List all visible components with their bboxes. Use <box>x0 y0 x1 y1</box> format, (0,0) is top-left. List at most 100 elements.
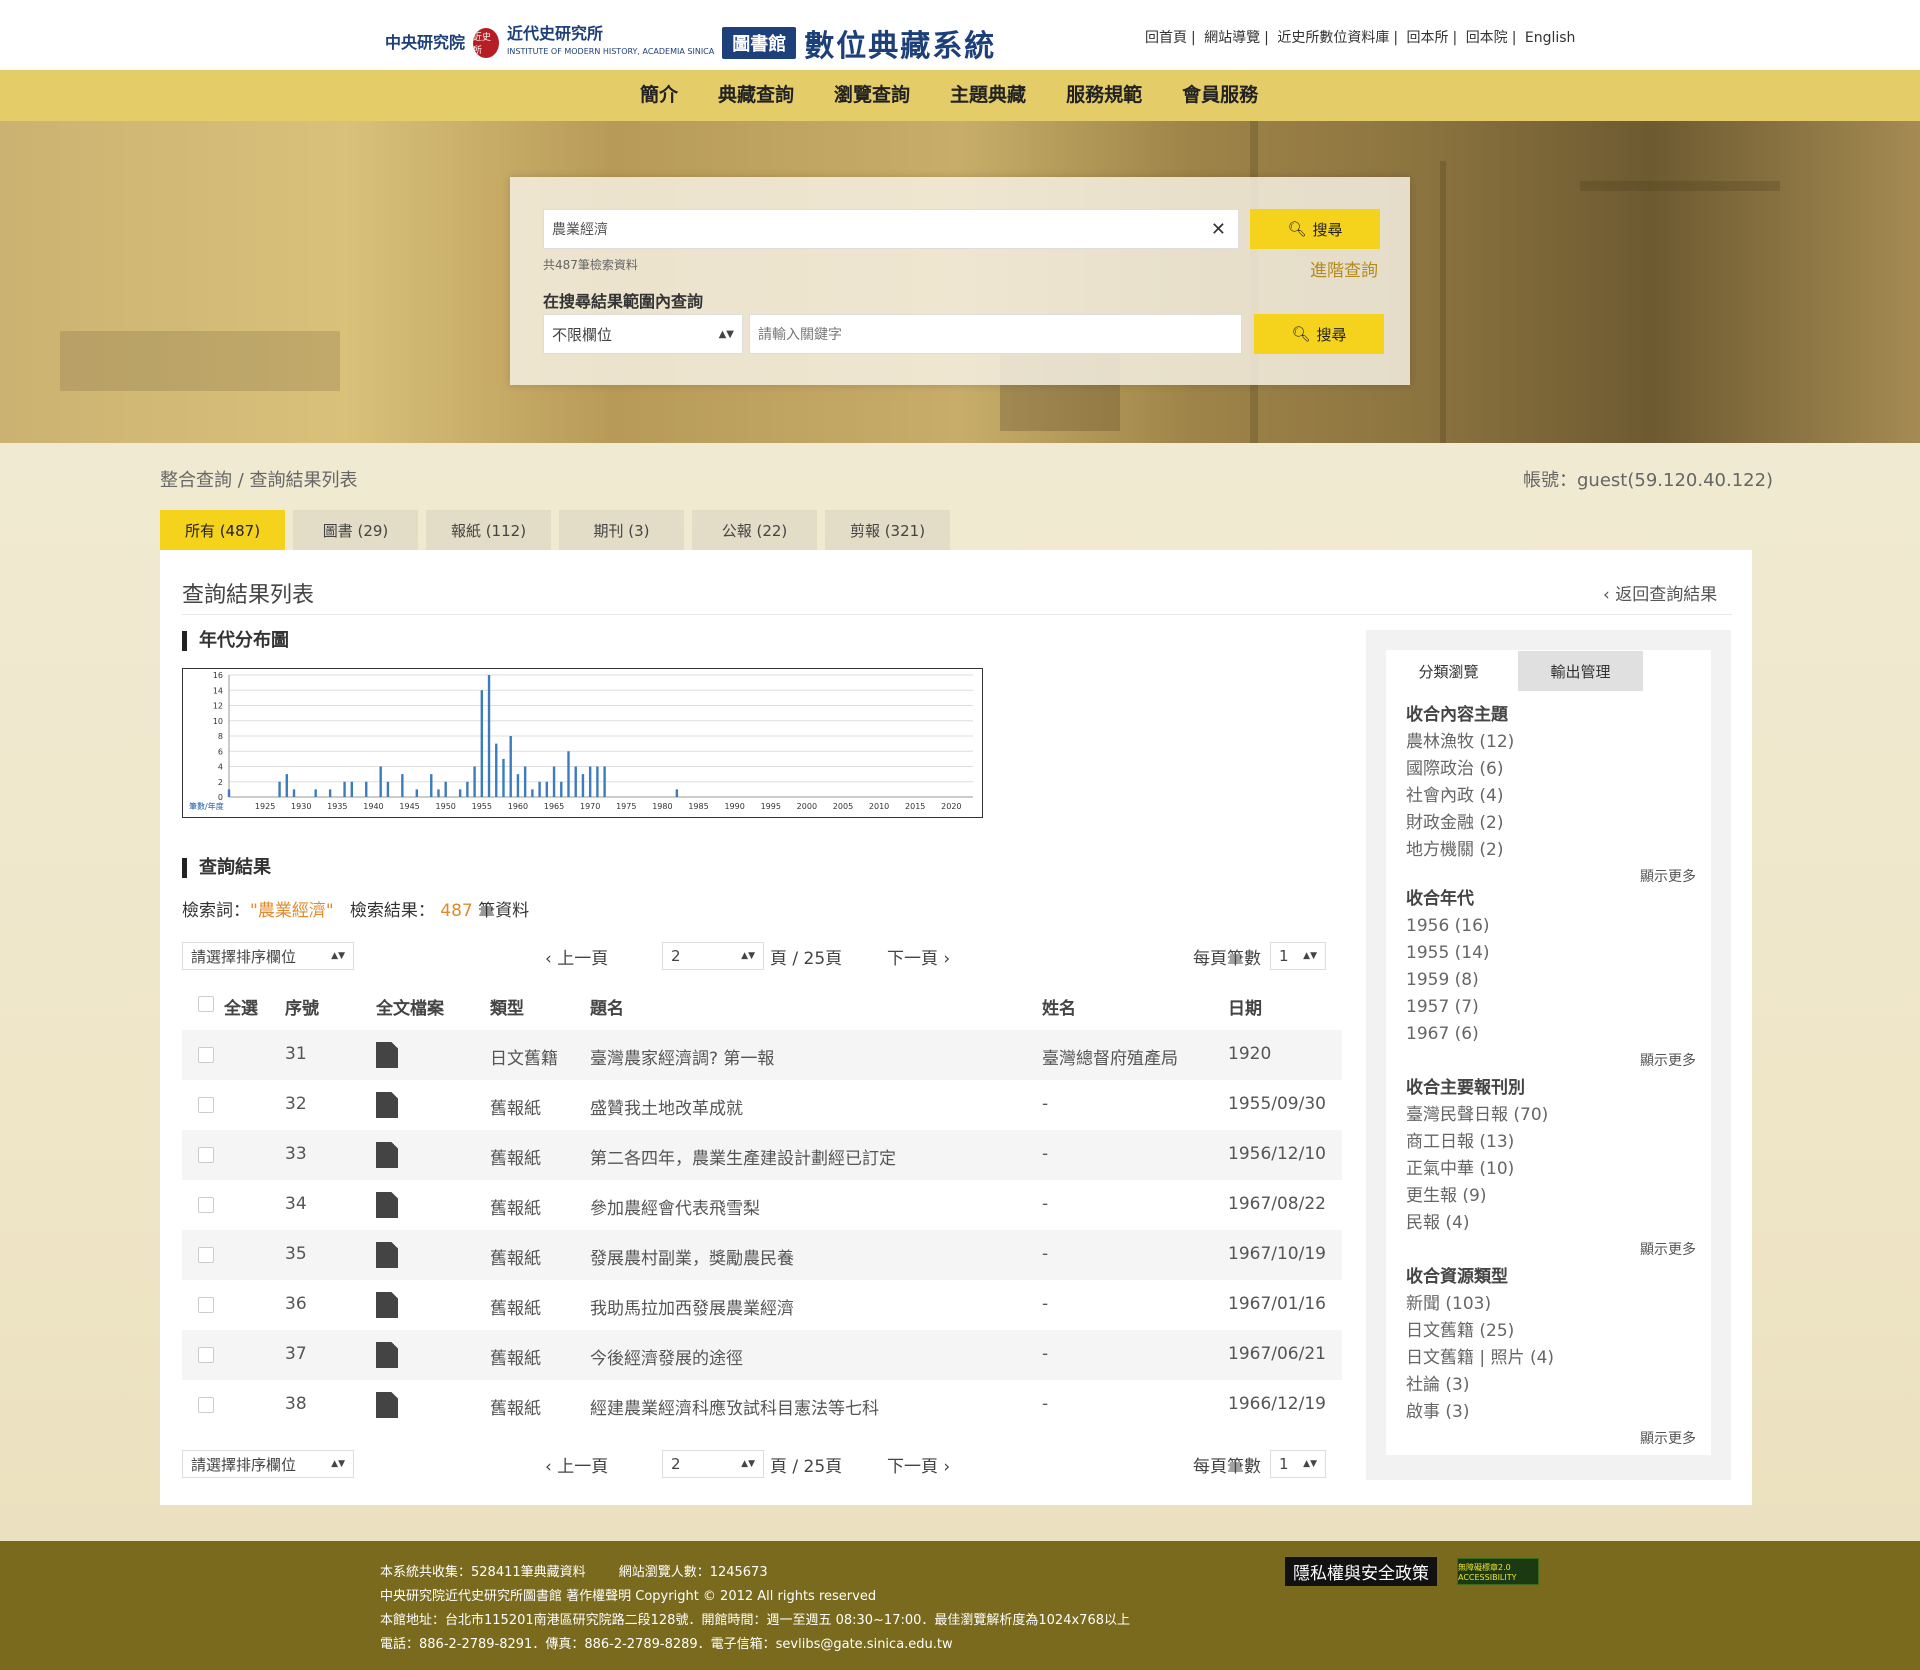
tab-books[interactable]: 圖書 (29) <box>293 510 418 550</box>
tab-export[interactable]: 輸出管理 <box>1518 651 1643 691</box>
facet-item[interactable]: 日文舊籍 | 照片 (4) <box>1406 1345 1696 1372</box>
fulltext-file-icon[interactable] <box>376 1092 398 1118</box>
show-more-link[interactable]: 顯示更多 <box>1406 1428 1696 1448</box>
facet-group-title[interactable]: 收合資源類型 <box>1406 1262 1696 1287</box>
sort-select-bottom[interactable]: 請選擇排序欄位 ▲▼ <box>182 1450 354 1478</box>
page-select-bottom[interactable]: 2 ▲▼ <box>662 1450 764 1478</box>
nav-browse[interactable]: 瀏覽查詢 <box>814 70 930 121</box>
row-title-link[interactable]: 經建農業經濟科應攷試科目憲法等七科 <box>590 1394 879 1419</box>
row-checkbox[interactable] <box>198 1297 214 1313</box>
link-english[interactable]: English <box>1525 30 1576 46</box>
fulltext-file-icon[interactable] <box>376 1042 398 1068</box>
tab-all[interactable]: 所有 (487) <box>160 510 285 550</box>
table-row[interactable]: 36 舊報紙 我助馬拉加西發展農業經濟 - 1967/01/16 <box>182 1280 1342 1330</box>
col-select-all[interactable]: 全選 <box>224 994 258 1019</box>
tab-category-browse[interactable]: 分類瀏覽 <box>1386 651 1511 691</box>
nav-member[interactable]: 會員服務 <box>1162 70 1278 121</box>
facet-item[interactable]: 正氣中華 (10) <box>1406 1156 1696 1183</box>
row-title-link[interactable]: 臺灣農家經濟調? 第一報 <box>590 1044 774 1069</box>
link-home[interactable]: 回首頁 <box>1145 30 1187 46</box>
per-page-select[interactable]: 1 ▲▼ <box>1270 942 1326 970</box>
row-checkbox[interactable] <box>198 1147 214 1163</box>
facet-item[interactable]: 新聞 (103) <box>1406 1291 1696 1318</box>
clear-icon[interactable]: ✕ <box>1211 219 1226 240</box>
nav-collection-search[interactable]: 典藏查詢 <box>698 70 814 121</box>
tab-journals[interactable]: 期刊 (3) <box>559 510 684 550</box>
page-select[interactable]: 2 ▲▼ <box>662 942 764 970</box>
nav-themes[interactable]: 主題典藏 <box>930 70 1046 121</box>
row-title-link[interactable]: 今後經濟發展的途徑 <box>590 1344 743 1369</box>
facet-group-title[interactable]: 收合主要報刊別 <box>1406 1073 1696 1098</box>
row-checkbox[interactable] <box>198 1097 214 1113</box>
facet-item[interactable]: 1967 (6) <box>1406 1021 1696 1048</box>
table-row[interactable]: 33 舊報紙 第二各四年，農業生產建設計劃經已訂定 - 1956/12/10 <box>182 1130 1342 1180</box>
nav-service-rules[interactable]: 服務規範 <box>1046 70 1162 121</box>
per-page-select-bottom[interactable]: 1 ▲▼ <box>1270 1450 1326 1478</box>
fulltext-file-icon[interactable] <box>376 1292 398 1318</box>
show-more-link[interactable]: 顯示更多 <box>1406 866 1696 886</box>
facet-item[interactable]: 1959 (8) <box>1406 967 1696 994</box>
fulltext-file-icon[interactable] <box>376 1392 398 1418</box>
select-all-checkbox[interactable] <box>198 996 214 1012</box>
row-title-link[interactable]: 盛贊我土地改革成就 <box>590 1094 743 1119</box>
row-checkbox[interactable] <box>198 1397 214 1413</box>
privacy-policy-link[interactable]: 隱私權與安全政策 <box>1285 1557 1437 1586</box>
tab-clippings[interactable]: 剪報 (321) <box>825 510 950 550</box>
advanced-search-link[interactable]: 進階查詢 <box>1310 256 1378 281</box>
nav-intro[interactable]: 簡介 <box>620 70 698 121</box>
table-row[interactable]: 35 舊報紙 發展農村副業，獎勵農民養 - 1967/10/19 <box>182 1230 1342 1280</box>
facet-item[interactable]: 1956 (16) <box>1406 913 1696 940</box>
table-row[interactable]: 31 日文舊籍 臺灣農家經濟調? 第一報 臺灣總督府殖產局 1920 <box>182 1030 1342 1080</box>
table-row[interactable]: 32 舊報紙 盛贊我土地改革成就 - 1955/09/30 <box>182 1080 1342 1130</box>
sort-select[interactable]: 請選擇排序欄位 ▲▼ <box>182 942 354 970</box>
facet-group-title[interactable]: 收合內容主題 <box>1406 700 1696 725</box>
back-link[interactable]: ‹ 返回查詢結果 <box>1603 580 1717 605</box>
fulltext-file-icon[interactable] <box>376 1142 398 1168</box>
row-title-link[interactable]: 參加農經會代表飛雪梨 <box>590 1194 760 1219</box>
row-title-link[interactable]: 發展農村副業，獎勵農民養 <box>590 1244 794 1269</box>
accessibility-badge[interactable]: 無障礙標章2.0 ACCESSIBILITY <box>1457 1558 1539 1585</box>
keyword-input[interactable]: 請輸入關鍵字 <box>749 314 1242 354</box>
facet-item[interactable]: 社論 (3) <box>1406 1372 1696 1399</box>
link-institute[interactable]: 回本所 <box>1407 30 1449 46</box>
facet-item[interactable]: 商工日報 (13) <box>1406 1129 1696 1156</box>
search-input[interactable]: 農業經濟 ✕ <box>543 209 1239 249</box>
link-academia[interactable]: 回本院 <box>1466 30 1508 46</box>
table-row[interactable]: 37 舊報紙 今後經濟發展的途徑 - 1967/06/21 <box>182 1330 1342 1380</box>
facet-item[interactable]: 臺灣民聲日報 (70) <box>1406 1102 1696 1129</box>
facet-group-title[interactable]: 收合年代 <box>1406 884 1696 909</box>
row-title-link[interactable]: 我助馬拉加西發展農業經濟 <box>590 1294 794 1319</box>
facet-item[interactable]: 財政金融 (2) <box>1406 810 1696 837</box>
fulltext-file-icon[interactable] <box>376 1242 398 1268</box>
search-within-button[interactable]: 🔍︎ 搜尋 <box>1254 314 1384 354</box>
facet-item[interactable]: 地方機關 (2) <box>1406 837 1696 864</box>
next-page-link[interactable]: 下一頁 › <box>887 944 950 969</box>
facet-item[interactable]: 日文舊籍 (25) <box>1406 1318 1696 1345</box>
row-checkbox[interactable] <box>198 1347 214 1363</box>
tab-gazettes[interactable]: 公報 (22) <box>692 510 817 550</box>
row-title-link[interactable]: 第二各四年，農業生產建設計劃經已訂定 <box>590 1144 896 1169</box>
facet-item[interactable]: 社會內政 (4) <box>1406 783 1696 810</box>
facet-item[interactable]: 1955 (14) <box>1406 940 1696 967</box>
prev-page-link-bottom[interactable]: ‹ 上一頁 <box>545 1452 608 1477</box>
prev-page-link[interactable]: ‹ 上一頁 <box>545 944 608 969</box>
site-logo[interactable]: 中央研究院 近史所 近代史研究所 INSTITUTE OF MODERN HIST… <box>385 20 996 65</box>
next-page-link-bottom[interactable]: 下一頁 › <box>887 1452 950 1477</box>
fulltext-file-icon[interactable] <box>376 1192 398 1218</box>
show-more-link[interactable]: 顯示更多 <box>1406 1050 1696 1070</box>
row-checkbox[interactable] <box>198 1247 214 1263</box>
facet-item[interactable]: 民報 (4) <box>1406 1210 1696 1237</box>
fulltext-file-icon[interactable] <box>376 1342 398 1368</box>
table-row[interactable]: 34 舊報紙 參加農經會代表飛雪梨 - 1967/08/22 <box>182 1180 1342 1230</box>
row-checkbox[interactable] <box>198 1047 214 1063</box>
facet-item[interactable]: 農林漁牧 (12) <box>1406 729 1696 756</box>
tab-newspapers[interactable]: 報紙 (112) <box>426 510 551 550</box>
facet-item[interactable]: 啟事 (3) <box>1406 1399 1696 1426</box>
row-checkbox[interactable] <box>198 1197 214 1213</box>
link-sitemap[interactable]: 網站導覽 <box>1204 30 1260 46</box>
show-more-link[interactable]: 顯示更多 <box>1406 1239 1696 1259</box>
link-digital-db[interactable]: 近史所數位資料庫 <box>1277 30 1389 46</box>
facet-item[interactable]: 國際政治 (6) <box>1406 756 1696 783</box>
field-select[interactable]: 不限欄位 ▲▼ <box>543 314 743 354</box>
facet-item[interactable]: 更生報 (9) <box>1406 1183 1696 1210</box>
